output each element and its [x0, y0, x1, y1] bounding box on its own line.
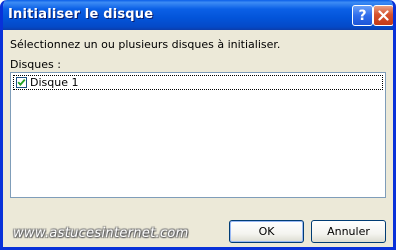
dialog-window: Initialiser le disque ? Sélectionnez un … — [0, 0, 396, 250]
instruction-text: Sélectionnez un ou plusieurs disques à i… — [10, 38, 281, 51]
disks-list[interactable]: Disque 1 — [10, 72, 386, 198]
dialog-body: Sélectionnez un ou plusieurs disques à i… — [3, 30, 393, 247]
list-item-disk-1[interactable]: Disque 1 — [13, 75, 383, 90]
ok-button[interactable]: OK — [229, 220, 304, 243]
cancel-button[interactable]: Annuler — [311, 220, 386, 243]
help-icon: ? — [358, 7, 367, 24]
disk-1-label: Disque 1 — [30, 76, 79, 89]
watermark-text: www.astucesinternet.com — [13, 226, 189, 241]
title-bar[interactable]: Initialiser le disque ? — [3, 0, 393, 30]
close-icon — [378, 10, 389, 21]
window-title: Initialiser le disque — [8, 7, 154, 22]
close-button[interactable] — [373, 5, 393, 26]
disk-1-checkbox[interactable] — [16, 77, 27, 88]
disks-label: Disques : — [10, 58, 61, 71]
help-button[interactable]: ? — [352, 5, 373, 26]
checkmark-icon — [17, 79, 26, 86]
